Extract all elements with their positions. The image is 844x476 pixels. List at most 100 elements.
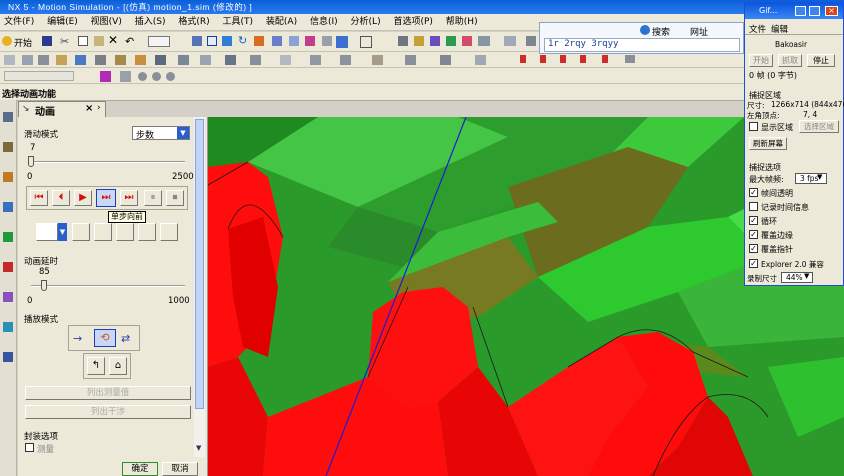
menu-analysis[interactable]: 分析(L)	[347, 14, 387, 31]
contact-icon[interactable]	[135, 55, 146, 65]
opt-cover-edges-checkbox[interactable]: ✓	[749, 230, 758, 239]
gif-start-button[interactable]: 开始	[749, 54, 773, 67]
select-area-button[interactable]: 选择区域	[799, 120, 839, 133]
list-measurements-button[interactable]: 列出测量值	[25, 386, 191, 400]
pause-icon[interactable]	[580, 55, 586, 63]
stop-icon[interactable]	[602, 55, 608, 63]
menu-view[interactable]: 视图(V)	[87, 14, 128, 31]
cancel-button[interactable]: 取消	[162, 462, 198, 476]
menu-file[interactable]: 文件(F)	[0, 14, 40, 31]
link-icon[interactable]	[22, 55, 33, 65]
delay-slider-thumb[interactable]	[41, 280, 48, 291]
trace-toggle-icon[interactable]	[72, 223, 90, 241]
joint-icon[interactable]	[38, 55, 49, 65]
solver-icon[interactable]	[340, 55, 351, 65]
quick-pick-icon[interactable]	[120, 71, 131, 82]
marker-icon[interactable]	[56, 55, 67, 65]
point-icon[interactable]	[446, 36, 456, 46]
motion-navigator-tab-icon[interactable]	[3, 172, 13, 182]
ok-button[interactable]: 确定	[122, 462, 158, 476]
opt-explorer-checkbox[interactable]: ✓	[749, 259, 758, 268]
section-icon[interactable]	[322, 36, 332, 46]
show-area-checkbox[interactable]	[749, 122, 758, 131]
save-icon[interactable]	[42, 36, 52, 46]
measure-checkbox[interactable]	[25, 443, 34, 452]
view-fit-icon[interactable]	[192, 36, 202, 46]
view-zoom-icon[interactable]	[207, 36, 217, 46]
export-icon[interactable]	[625, 55, 635, 63]
animation-tab[interactable]: ↘ 动画 × ›	[18, 101, 106, 118]
part-navigator-icon[interactable]	[3, 142, 13, 152]
maximize-icon[interactable]	[809, 6, 820, 16]
pause-button[interactable]: ⏸	[144, 190, 162, 206]
undo-icon[interactable]: ↶	[125, 35, 134, 48]
step-slider-track[interactable]	[31, 161, 185, 163]
torque-icon[interactable]	[178, 55, 189, 65]
menu-insert[interactable]: 插入(S)	[131, 14, 172, 31]
step-back-button[interactable]: ⏴	[52, 190, 70, 206]
render-icon[interactable]	[254, 36, 264, 46]
fast-forward-button[interactable]: ⏭	[120, 190, 138, 206]
delay-slider-track[interactable]	[31, 285, 185, 287]
menu-info[interactable]: 信息(I)	[306, 14, 344, 31]
view-wireframe-icon[interactable]	[289, 36, 299, 46]
gear-icon[interactable]	[225, 55, 236, 65]
vector-constructor-icon[interactable]	[152, 72, 161, 81]
explode-icon[interactable]	[440, 55, 451, 65]
stop-button[interactable]: ⏹	[166, 190, 184, 206]
snapshot-dropdown-icon[interactable]: ▼	[58, 223, 67, 241]
step-icon[interactable]	[560, 55, 566, 63]
site-button[interactable]: 网址	[690, 25, 708, 38]
interference-icon[interactable]	[475, 55, 486, 65]
home-icon[interactable]	[160, 223, 178, 241]
analysis-icon[interactable]	[430, 36, 440, 46]
menu-format[interactable]: 格式(R)	[174, 14, 215, 31]
play-icon[interactable]	[540, 55, 546, 63]
track-icon[interactable]	[116, 223, 134, 241]
bushing-icon[interactable]	[115, 55, 126, 65]
return-model-icon[interactable]: ⌂	[109, 357, 127, 375]
copy-icon[interactable]	[78, 36, 88, 46]
snapshot-icon[interactable]	[36, 223, 58, 241]
rotate-icon[interactable]: ↻	[238, 34, 247, 47]
damper-icon[interactable]	[95, 55, 106, 65]
grid-icon[interactable]	[504, 36, 516, 46]
layer-icon[interactable]	[305, 36, 315, 46]
move-icon[interactable]	[478, 36, 490, 46]
selection-scope-dropdown[interactable]	[4, 71, 74, 81]
play-once-icon[interactable]: →	[73, 332, 82, 345]
spring-icon[interactable]	[75, 55, 86, 65]
trace-icon[interactable]	[405, 55, 416, 65]
vector-icon[interactable]	[462, 36, 472, 46]
view-orient-icon[interactable]	[360, 36, 372, 48]
force-icon[interactable]	[155, 55, 166, 65]
constraint-icon[interactable]	[310, 55, 321, 65]
view-cube-icon[interactable]	[336, 36, 348, 48]
graph-icon[interactable]	[372, 55, 383, 65]
panel-scrollbar[interactable]: ▼	[194, 117, 205, 457]
interference-toggle-icon[interactable]	[138, 223, 156, 241]
search-button[interactable]: 搜索	[652, 25, 670, 38]
panel-scroll-icon[interactable]: ›	[97, 103, 101, 113]
restore-design-icon[interactable]: ↰	[87, 357, 105, 375]
roles-icon[interactable]	[3, 292, 13, 302]
palette-icon[interactable]	[3, 262, 13, 272]
opt-record-time-checkbox[interactable]	[749, 202, 758, 211]
snap-point-icon[interactable]	[100, 71, 111, 82]
point-constructor-icon[interactable]	[138, 72, 147, 81]
delete-icon[interactable]: ✕	[108, 33, 118, 47]
motion-navigator-icon[interactable]	[4, 55, 15, 65]
panel-scroll-thumb[interactable]	[195, 119, 204, 409]
plane-constructor-icon[interactable]	[166, 72, 175, 81]
close-window-icon[interactable]: ×	[825, 6, 838, 16]
cable-icon[interactable]	[280, 55, 291, 65]
process-studio-icon[interactable]	[3, 352, 13, 362]
opt-cover-pointer-checkbox[interactable]: ✓	[749, 244, 758, 253]
history-icon[interactable]	[3, 202, 13, 212]
fps-chevron-down-icon[interactable]: ▼	[817, 173, 822, 181]
record-icon[interactable]	[520, 55, 526, 63]
view-shade-icon[interactable]	[272, 36, 282, 46]
selection-filter-icon[interactable]	[148, 36, 170, 47]
search-icon[interactable]	[640, 25, 650, 35]
paste-icon[interactable]	[94, 36, 104, 46]
